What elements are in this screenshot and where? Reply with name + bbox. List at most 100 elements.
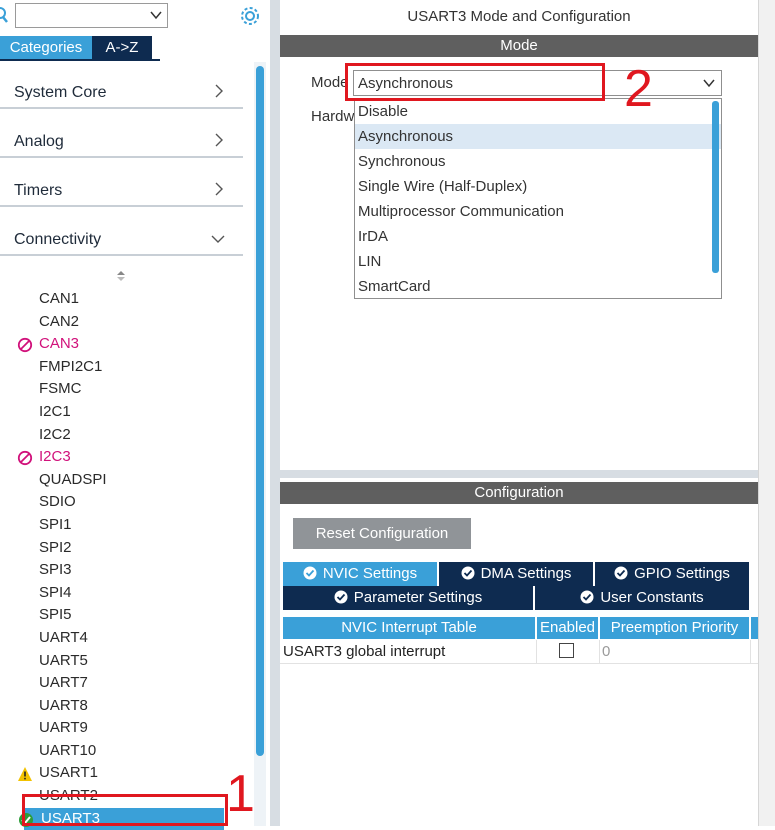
search-row [0, 0, 270, 34]
scrollbar-thumb[interactable] [256, 66, 264, 756]
category-system-core[interactable]: System Core [0, 72, 243, 109]
search-icon[interactable] [0, 4, 12, 26]
enabled-checkbox[interactable] [559, 643, 574, 658]
dropdown-option-lin[interactable]: LIN [355, 249, 721, 274]
tab-categories[interactable]: Categories [0, 36, 92, 60]
list-item-uart7[interactable]: UART7 [0, 672, 250, 695]
chevron-down-icon [211, 235, 225, 243]
list-item-spi1[interactable]: SPI1 [0, 514, 250, 537]
item-label: I2C2 [39, 425, 71, 443]
tab-a-z[interactable]: A->Z [92, 36, 152, 60]
scroll-up-icon[interactable] [116, 270, 126, 282]
category-timers[interactable]: Timers [0, 170, 243, 207]
list-item-uart10[interactable]: UART10 [0, 740, 250, 763]
tab-nvic-settings[interactable]: NVIC Settings [283, 562, 437, 586]
warning-icon [18, 767, 32, 782]
annotation-box-1 [22, 794, 228, 826]
item-label: SPI2 [39, 538, 72, 556]
item-label: USART1 [39, 764, 98, 782]
item-label: UART8 [39, 696, 88, 714]
list-item-uart4[interactable]: UART4 [0, 627, 250, 650]
tab-label: User Constants [600, 589, 704, 606]
table-row[interactable]: USART3 global interrupt 0 [280, 640, 758, 664]
list-item-fsmc[interactable]: FSMC [0, 378, 250, 401]
item-label: FMPI2C1 [39, 357, 103, 375]
gear-icon[interactable] [238, 4, 262, 28]
unavailable-icon [17, 451, 33, 466]
list-item-i2c3[interactable]: I2C3 [0, 446, 250, 469]
check-circle-icon [580, 590, 594, 604]
chevron-right-icon [215, 133, 223, 147]
list-item-can3[interactable]: CAN3 [0, 333, 250, 356]
section-divider[interactable] [280, 470, 758, 478]
annotation-box-2 [345, 63, 605, 101]
dropdown-option-disable[interactable]: Disable [355, 99, 721, 124]
peripheral-list: CAN1 CAN2 CAN3 FMPI2C1 FSMC I2C1 I2C2 I2… [0, 288, 250, 830]
list-item-sdio[interactable]: SDIO [0, 491, 250, 514]
column-divider [536, 640, 537, 664]
tab-gpio-settings[interactable]: GPIO Settings [595, 562, 749, 586]
list-item-quadspi[interactable]: QUADSPI [0, 469, 250, 492]
chevron-right-icon [215, 182, 223, 196]
item-label: SDIO [39, 493, 76, 511]
category-connectivity[interactable]: Connectivity [0, 219, 243, 256]
list-item-fmpi2c1[interactable]: FMPI2C1 [0, 356, 250, 379]
annotation-number-2: 2 [624, 60, 653, 118]
list-item-uart8[interactable]: UART8 [0, 695, 250, 718]
column-header-enabled[interactable]: Enabled [537, 617, 598, 639]
tab-dma-settings[interactable]: DMA Settings [439, 562, 593, 586]
check-circle-icon [334, 590, 348, 604]
mode-dropdown-list: Disable Asynchronous Synchronous Single … [354, 98, 722, 299]
column-header-more [751, 617, 758, 639]
list-item-spi5[interactable]: SPI5 [0, 604, 250, 627]
column-divider [599, 640, 600, 664]
tab-label: NVIC Settings [322, 565, 418, 582]
dropdown-option-asynchronous[interactable]: Asynchronous [355, 124, 721, 149]
category-label: System Core [14, 84, 107, 101]
chevron-down-icon [703, 79, 715, 88]
list-item-spi3[interactable]: SPI3 [0, 559, 250, 582]
reset-configuration-button[interactable]: Reset Configuration [293, 518, 471, 549]
tab-user-constants[interactable]: User Constants [535, 586, 749, 610]
tabs-underline [0, 59, 160, 61]
page-title: USART3 Mode and Configuration [407, 8, 631, 25]
dropdown-option-smartcard[interactable]: SmartCard [355, 274, 721, 298]
annotation-number-1: 1 [226, 765, 255, 823]
category-label: Timers [14, 182, 63, 199]
item-label: SPI3 [39, 561, 72, 579]
right-panel: USART3 Mode and Configuration Mode Mode … [280, 0, 758, 826]
preemption-priority-value[interactable]: 0 [602, 643, 610, 660]
tab-label: Parameter Settings [353, 589, 483, 606]
tab-label: GPIO Settings [634, 565, 730, 582]
item-label: UART7 [39, 674, 88, 692]
list-item-spi4[interactable]: SPI4 [0, 582, 250, 605]
list-item-spi2[interactable]: SPI2 [0, 537, 250, 560]
check-circle-icon [461, 566, 475, 580]
item-label: I2C1 [39, 402, 71, 420]
dropdown-scrollbar[interactable] [712, 101, 719, 273]
right-edge-scrollbar[interactable] [758, 0, 775, 826]
dropdown-option-single-wire[interactable]: Single Wire (Half-Duplex) [355, 174, 721, 199]
tab-label: DMA Settings [480, 565, 572, 582]
list-item-uart5[interactable]: UART5 [0, 650, 250, 673]
dropdown-option-synchronous[interactable]: Synchronous [355, 149, 721, 174]
item-label: SPI1 [39, 515, 72, 533]
check-circle-icon [303, 566, 317, 580]
column-header-preemption-priority[interactable]: Preemption Priority [600, 617, 749, 639]
list-item-can1[interactable]: CAN1 [0, 288, 250, 311]
category-list: System Core Analog Timers Connectivity [0, 72, 243, 268]
configuration-section-header: Configuration [280, 482, 758, 504]
panel-divider[interactable] [270, 0, 280, 826]
list-item-i2c2[interactable]: I2C2 [0, 424, 250, 447]
list-item-can2[interactable]: CAN2 [0, 311, 250, 334]
search-select[interactable] [15, 3, 168, 28]
dropdown-option-multiprocessor[interactable]: Multiprocessor Communication [355, 199, 721, 224]
list-item-uart9[interactable]: UART9 [0, 717, 250, 740]
tab-parameter-settings[interactable]: Parameter Settings [283, 586, 533, 610]
category-label: Connectivity [14, 231, 102, 248]
list-item-i2c1[interactable]: I2C1 [0, 401, 250, 424]
dropdown-option-irda[interactable]: IrDA [355, 224, 721, 249]
column-header-nvic-table[interactable]: NVIC Interrupt Table [283, 617, 535, 639]
list-item-usart1[interactable]: USART1 [0, 762, 250, 785]
category-analog[interactable]: Analog [0, 121, 243, 158]
